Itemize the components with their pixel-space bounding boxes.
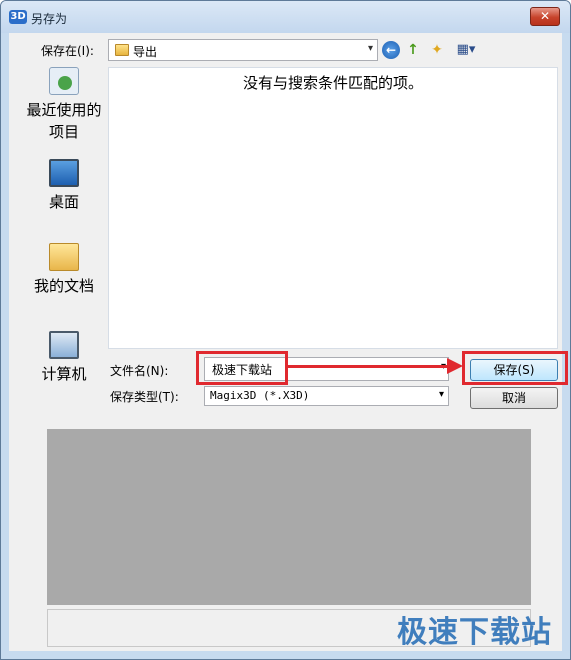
recent-icon	[49, 67, 79, 95]
folder-icon	[115, 44, 129, 56]
dialog-body: 保存在(I): 导出 ▾ ← ↑ ✦ ▦▾ 最近使用的 项目 桌面 我的文档 计…	[9, 33, 562, 421]
title-bar[interactable]: 3D 另存为 ✕	[1, 1, 570, 33]
computer-icon	[49, 331, 79, 359]
place-label: 桌面	[48, 193, 79, 211]
app-icon: 3D	[9, 10, 27, 24]
place-computer[interactable]: 计算机	[17, 331, 111, 385]
file-list[interactable]: 没有与搜索条件匹配的项。	[108, 67, 558, 349]
desktop-icon	[49, 159, 79, 187]
save-in-value: 导出	[133, 45, 158, 59]
filename-input[interactable]: 极速下载站 ▾	[204, 357, 449, 381]
place-label: 计算机	[41, 365, 87, 383]
filename-label: 文件名(N):	[110, 364, 169, 378]
views-menu-icon[interactable]: ▦▾	[453, 41, 479, 59]
places-bar: 最近使用的 项目 桌面 我的文档 计算机	[17, 67, 111, 421]
close-button[interactable]: ✕	[530, 7, 560, 26]
back-icon[interactable]: ←	[382, 41, 400, 59]
documents-icon	[49, 243, 79, 271]
place-label: 最近使用的 项目	[26, 101, 102, 141]
chevron-down-icon[interactable]: ▾	[439, 389, 444, 400]
save-in-combo[interactable]: 导出 ▾	[108, 39, 378, 61]
save-button[interactable]: 保存(S)	[470, 359, 558, 381]
place-label: 我的文档	[33, 277, 94, 295]
filetype-label: 保存类型(T):	[110, 390, 179, 404]
chevron-down-icon[interactable]: ▾	[368, 43, 373, 54]
place-documents[interactable]: 我的文档	[17, 243, 111, 297]
empty-message: 没有与搜索条件匹配的项。	[242, 74, 423, 92]
place-recent[interactable]: 最近使用的 项目	[17, 67, 111, 143]
place-desktop[interactable]: 桌面	[17, 159, 111, 213]
annotation-arrow-line	[288, 365, 450, 368]
save-as-dialog: 3D 另存为 ✕ 保存在(I): 导出 ▾ ← ↑ ✦ ▦▾ 最近使用的 项目 …	[0, 0, 571, 660]
new-folder-icon[interactable]: ✦	[428, 41, 446, 59]
window-title: 另存为	[31, 12, 68, 26]
filetype-select[interactable]: Magix3D (*.X3D) ▾	[204, 386, 449, 406]
filename-value: 极速下载站	[212, 363, 273, 377]
filetype-value: Magix3D (*.X3D)	[210, 389, 310, 402]
save-in-label: 保存在(I):	[41, 44, 94, 58]
annotation-arrow-head	[447, 358, 463, 374]
watermark-text: 极速下载站	[397, 615, 552, 650]
preview-image	[47, 429, 531, 605]
cancel-button[interactable]: 取消	[470, 387, 558, 409]
up-folder-icon[interactable]: ↑	[404, 41, 422, 59]
